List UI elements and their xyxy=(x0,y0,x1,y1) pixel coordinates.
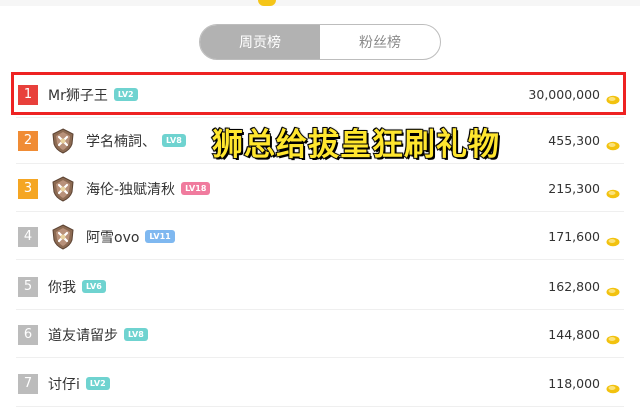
level-badge: LV18 xyxy=(181,182,211,195)
level-badge: LV11 xyxy=(145,230,175,243)
level-badge: LV2 xyxy=(85,377,110,390)
ranking-row[interactable]: 4 阿雪ovo LV11 171,600 xyxy=(16,214,624,260)
rank-number: 5 xyxy=(18,276,38,297)
rank-number: 7 xyxy=(18,373,38,394)
contribution-score: 171,600 xyxy=(548,229,600,244)
tab-switcher: 周贡榜 粉丝榜 xyxy=(199,24,441,60)
gold-coin-icon xyxy=(606,136,620,150)
caption-overlay: 狮总给拔皇狂刷礼物 xyxy=(211,126,500,164)
contribution-score: 455,300 xyxy=(548,133,600,148)
contribution-score: 162,800 xyxy=(548,279,600,294)
tab-fans[interactable]: 粉丝榜 xyxy=(320,25,440,59)
sword-shield-icon xyxy=(50,223,76,250)
level-badge: LV6 xyxy=(82,280,106,293)
ranking-row[interactable]: 3 海伦-独赋清秋 LV18 215,300 xyxy=(16,166,624,212)
rank-number: 6 xyxy=(18,324,38,345)
level-badge: LV8 xyxy=(124,328,148,341)
tab-weekly[interactable]: 周贡榜 xyxy=(200,25,320,59)
level-badge: LV8 xyxy=(162,134,186,147)
user-name[interactable]: 讨仔i xyxy=(48,374,80,394)
gold-coin-icon xyxy=(606,330,620,344)
gold-coin-icon xyxy=(606,184,620,198)
ranking-row[interactable]: 5 你我 LV6 162,800 xyxy=(16,264,624,310)
ranking-row[interactable]: 1 Mr狮子王 LV2 30,000,000 xyxy=(16,72,624,118)
top-strip xyxy=(0,0,640,6)
user-name[interactable]: 学名楠詞、 xyxy=(86,131,156,151)
rank-number: 2 xyxy=(18,130,38,151)
level-badge: LV2 xyxy=(113,88,138,101)
rank-number: 4 xyxy=(18,226,38,247)
user-name[interactable]: Mr狮子王 xyxy=(48,85,108,105)
user-name[interactable]: 道友请留步 xyxy=(48,325,118,345)
user-name[interactable]: 阿雪ovo xyxy=(86,227,139,247)
ranking-row[interactable]: 7 讨仔i LV2 118,000 xyxy=(16,361,624,407)
gold-coin-icon xyxy=(606,379,620,393)
gold-coin-icon xyxy=(606,282,620,296)
contribution-score: 144,800 xyxy=(548,327,600,342)
contribution-score: 118,000 xyxy=(548,376,600,391)
rank-number: 1 xyxy=(18,84,38,105)
contribution-score: 30,000,000 xyxy=(528,87,600,102)
rank-number: 3 xyxy=(18,178,38,199)
user-name[interactable]: 你我 xyxy=(48,277,76,297)
gold-coin-icon xyxy=(606,90,620,104)
user-name[interactable]: 海伦-独赋清秋 xyxy=(86,179,175,199)
ranking-row[interactable]: 6 道友请留步 LV8 144,800 xyxy=(16,312,624,358)
sword-shield-icon xyxy=(50,127,76,154)
sword-shield-icon xyxy=(50,175,76,202)
gold-coin-icon xyxy=(606,232,620,246)
contribution-score: 215,300 xyxy=(548,181,600,196)
